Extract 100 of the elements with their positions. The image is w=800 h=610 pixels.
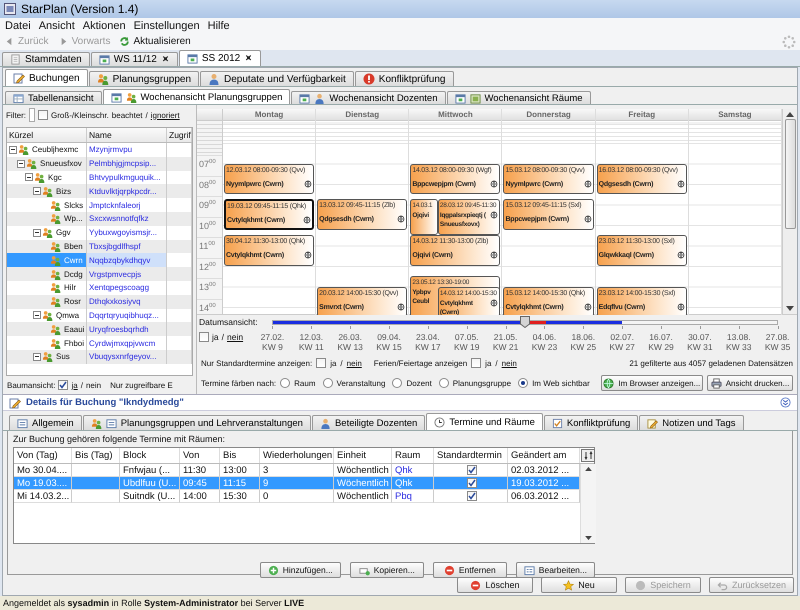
column-header[interactable]: Raum (392, 448, 434, 463)
details-tab[interactable]: Konfliktprüfung (544, 415, 638, 430)
checkbox[interactable] (467, 478, 477, 488)
remove-button[interactable]: Entfernen (432, 562, 507, 578)
tree-row[interactable]: Qmwa Dqqrtqryuqibhuqz... (7, 308, 192, 322)
checkbox[interactable] (316, 358, 326, 368)
vertical-scrollbar[interactable] (782, 109, 797, 314)
radio-button[interactable] (392, 378, 402, 388)
pin-icon[interactable] (244, 54, 254, 63)
no-option[interactable]: nein (346, 358, 362, 368)
column-header[interactable]: Bis (Tag) (72, 448, 120, 463)
column-header[interactable]: Wiederholungen (260, 448, 334, 463)
tree-row[interactable]: Sus Vbuqysxnrfgeyov... (7, 350, 192, 364)
checkbox[interactable] (471, 358, 482, 368)
collapse-icon[interactable] (33, 352, 41, 361)
column-header[interactable]: Kürzel (7, 128, 87, 142)
slider-thumb[interactable] (520, 316, 530, 328)
checkbox[interactable] (467, 465, 477, 475)
no-option[interactable]: nein (86, 380, 102, 390)
document-tab[interactable]: WS 11/12 (90, 52, 178, 66)
tree-row[interactable]: Kgc Bhtvypulkmguquik... (7, 170, 192, 184)
radio-button[interactable] (438, 378, 449, 388)
radio-button[interactable] (280, 378, 290, 388)
main-tab[interactable]: Konfliktprüfung (354, 71, 454, 86)
no-option[interactable]: nein (227, 332, 244, 342)
checkbox[interactable] (38, 110, 48, 120)
collapse-icon[interactable] (17, 160, 25, 168)
document-tab[interactable]: Stammdaten (2, 52, 90, 66)
column-header[interactable]: Einheit (334, 448, 392, 463)
scroll-up-icon[interactable] (786, 111, 794, 117)
tree-row[interactable]: Bizs Ktduvlktjqrpkpcdr... (7, 184, 192, 198)
browser-button[interactable]: Im Browser anzeigen... (600, 375, 703, 391)
column-header[interactable]: Name (87, 128, 167, 142)
tree-row[interactable]: Snueusfxov Pelmbhjgjmcpsip... (7, 156, 192, 171)
collapse-icon[interactable] (9, 146, 17, 154)
filter-field[interactable] (29, 108, 35, 122)
checkbox[interactable] (58, 380, 68, 390)
radio-button[interactable] (518, 378, 528, 388)
case-off-option[interactable]: ignoriert (150, 110, 180, 120)
tree-row[interactable]: Eaaui Uryqfroesbqrhdh (7, 322, 192, 336)
view-tab[interactable]: Wochenansicht Räume (446, 91, 591, 104)
collapse-icon[interactable] (33, 228, 41, 237)
tree-row[interactable]: Dcdg Vrgstpmvecpjs (7, 267, 192, 281)
view-tab[interactable]: Tabellenansicht (5, 91, 102, 104)
view-tab[interactable]: Wochenansicht Dozenten (291, 91, 446, 104)
tree-row[interactable]: Ceubljhexmc Mzynjrmvpu (7, 143, 192, 157)
table-row[interactable]: Mi 14.03.2... Suitndk (U... 14:00 15:30 0 Wöchentlich Pbq 06.03.2012 ... (14, 490, 580, 503)
view-tab[interactable]: Wochenansicht Planungsgruppen (102, 89, 290, 104)
print-button[interactable]: Ansicht drucken... (706, 375, 793, 391)
tree-row[interactable]: Wp... Sxcxwsnnotfqfkz (7, 212, 192, 226)
column-header[interactable]: Block (120, 448, 180, 463)
column-header[interactable]: Von (180, 448, 220, 463)
no-option[interactable]: nein (502, 358, 517, 368)
checkbox[interactable] (467, 491, 477, 501)
menu-item[interactable]: Datei (2, 20, 34, 32)
tree-row[interactable]: Bben Tbxsjbgdlfhspf (7, 240, 192, 254)
collapse-icon[interactable] (25, 173, 33, 182)
collapse-icon[interactable] (780, 397, 791, 408)
refresh-button[interactable]: Aktualisieren (119, 36, 191, 47)
pin-icon[interactable] (160, 55, 170, 64)
add-button[interactable]: Hinzufügen... (260, 562, 341, 578)
yes-option[interactable]: ja (330, 358, 336, 368)
details-tab[interactable]: Notizen und Tags (639, 415, 744, 430)
details-tab[interactable]: Allgemein (9, 415, 82, 430)
main-tab[interactable]: Buchungen (5, 69, 88, 86)
yes-option[interactable]: ja (212, 332, 219, 342)
room-link[interactable]: Pbq (392, 490, 434, 503)
column-header[interactable]: Von (Tag) (14, 448, 72, 463)
tree-row[interactable]: Cwrn Nqqbzqbykdhqyv (7, 253, 192, 268)
collapse-icon[interactable] (33, 311, 41, 320)
menu-item[interactable]: Einstellungen (130, 20, 203, 32)
scroll-down-icon[interactable] (585, 536, 592, 541)
table-row[interactable]: Mo 30.04.... Fnfwjau (... 11:30 13:00 3 Wöchentlich Qhk 02.03.2012 ... (14, 464, 580, 477)
document-tab[interactable]: SS 2012 (178, 50, 262, 66)
column-chooser-button[interactable] (581, 449, 595, 462)
details-tab[interactable]: Planungsgruppen und Lehrveranstaltungen (82, 415, 311, 430)
edit-button[interactable]: Bearbeiten... (516, 562, 595, 578)
details-tab[interactable]: Beteiligte Dozenten (312, 415, 426, 430)
vertical-scrollbar[interactable] (580, 464, 596, 543)
collapse-icon[interactable] (33, 187, 41, 196)
main-tab[interactable]: Deputate und Verfügbarkeit (200, 71, 354, 86)
menu-item[interactable]: Ansicht (36, 20, 78, 32)
column-header[interactable]: Zugrif (167, 128, 192, 142)
column-header[interactable]: Standardtermin (434, 448, 508, 463)
menu-item[interactable]: Hilfe (204, 20, 233, 32)
radio-button[interactable] (322, 378, 332, 388)
checkbox[interactable] (199, 332, 209, 342)
menu-item[interactable]: Aktionen (80, 20, 129, 32)
tree-row[interactable]: Rosr Dthqkxkosiyvq (7, 294, 192, 309)
yes-option[interactable]: ja (71, 380, 78, 390)
column-header[interactable]: Geändert am (508, 448, 580, 463)
scroll-up-icon[interactable] (585, 466, 592, 471)
copy-button[interactable]: Kopieren... (350, 562, 424, 578)
new-button[interactable]: Neu (540, 577, 617, 593)
details-tab[interactable]: Termine und Räume (426, 413, 543, 430)
delete-button[interactable]: Löschen (456, 577, 533, 593)
yes-option[interactable]: ja (485, 358, 492, 368)
column-header[interactable]: Bis (220, 448, 260, 463)
case-on-option[interactable]: beachtet (112, 110, 142, 120)
scroll-down-icon[interactable] (786, 306, 794, 312)
